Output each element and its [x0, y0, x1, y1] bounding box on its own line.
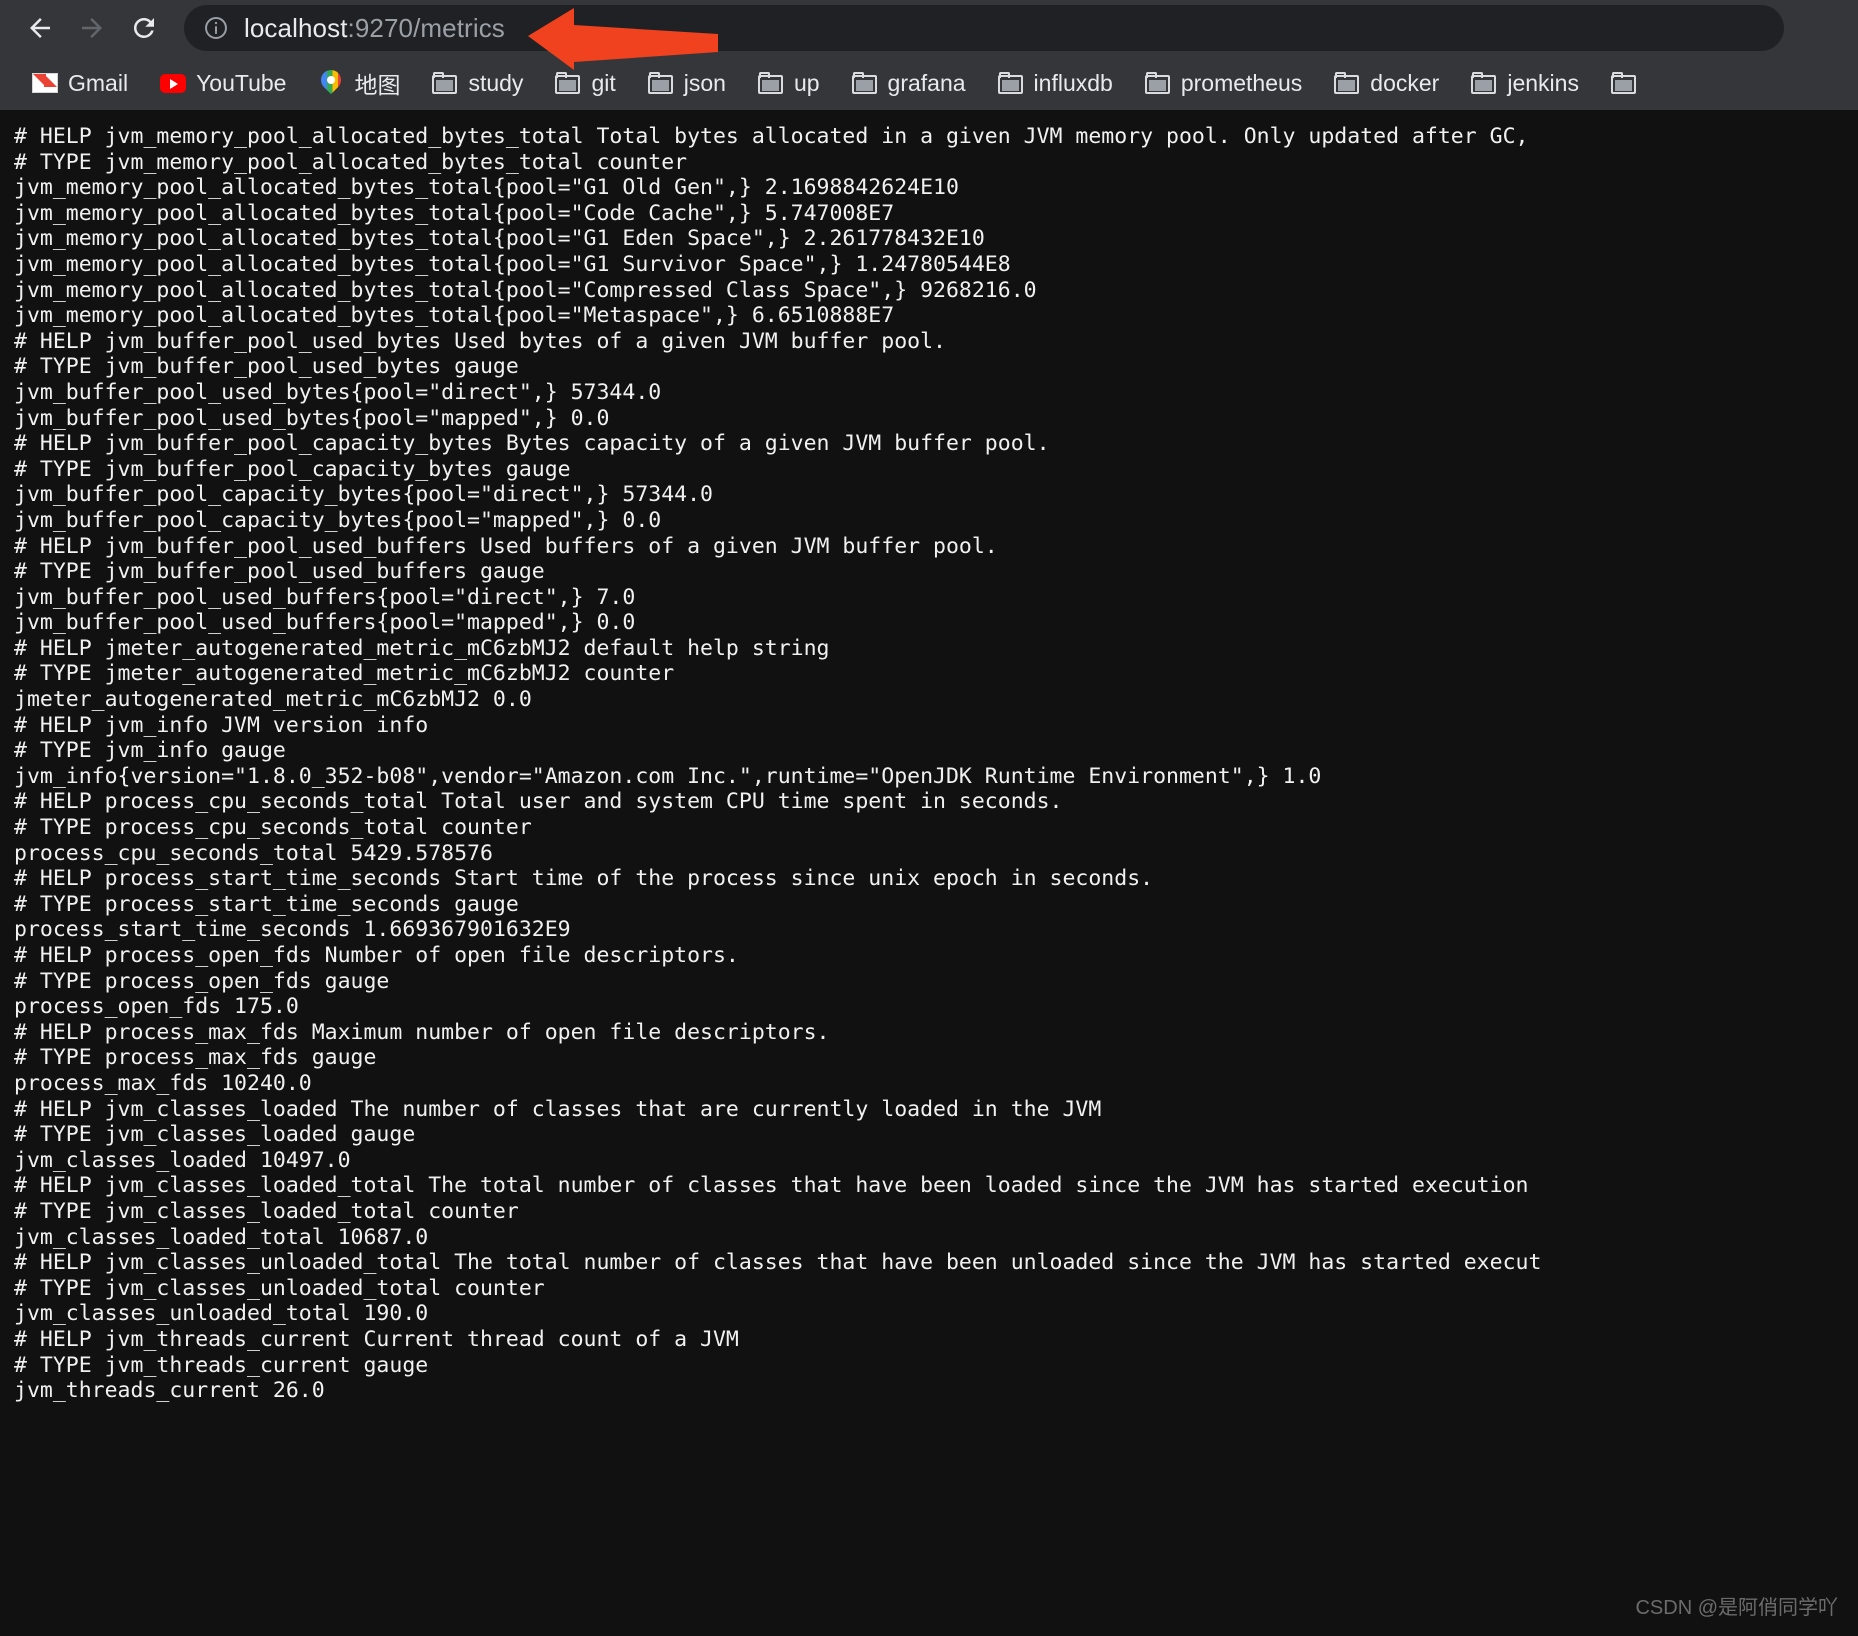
- google-maps-icon: [317, 65, 346, 96]
- prometheus-metrics-text: # HELP jvm_memory_pool_allocated_bytes_t…: [14, 124, 1542, 1404]
- folder-icon: [1144, 70, 1171, 96]
- reload-icon: [133, 17, 154, 38]
- bookmark-youtube[interactable]: YouTube: [150, 62, 296, 104]
- forward-button[interactable]: [66, 2, 118, 54]
- bookmark-label: influxdb: [1033, 69, 1113, 96]
- csdn-watermark: CSDN @是阿俏同学吖: [1635, 1597, 1838, 1619]
- bookmark-overflow[interactable]: [1601, 62, 1657, 104]
- bookmark-up[interactable]: up: [748, 62, 830, 104]
- bookmark-maps[interactable]: 地图: [308, 62, 410, 104]
- reload-button[interactable]: [118, 2, 170, 54]
- bookmark-json[interactable]: json: [638, 62, 736, 104]
- gmail-icon: [32, 70, 58, 96]
- bookmark-label: grafana: [887, 69, 966, 96]
- browser-toolbar: localhost:9270/metrics: [0, 0, 1858, 56]
- bookmark-label: Gmail: [68, 69, 129, 96]
- bookmark-label: jenkins: [1507, 69, 1579, 96]
- url-text: localhost:9270/metrics: [244, 13, 505, 44]
- bookmark-prometheus[interactable]: prometheus: [1135, 62, 1312, 104]
- bookmark-docker[interactable]: docker: [1324, 62, 1449, 104]
- address-bar[interactable]: localhost:9270/metrics: [184, 5, 1784, 51]
- bookmark-git[interactable]: git: [545, 62, 625, 104]
- bookmark-label: study: [468, 69, 524, 96]
- browser-chrome: localhost:9270/metrics Gmail YouTube 地图 …: [0, 0, 1858, 110]
- folder-icon: [1610, 70, 1637, 96]
- bookmark-label: up: [793, 69, 820, 96]
- bookmark-label: git: [591, 69, 616, 96]
- folder-icon: [997, 70, 1024, 96]
- folder-icon: [432, 70, 458, 96]
- bookmark-label: prometheus: [1180, 69, 1303, 96]
- arrow-left-icon: [30, 18, 50, 38]
- folder-icon: [555, 70, 581, 96]
- bookmark-influxdb[interactable]: influxdb: [988, 62, 1123, 104]
- folder-icon: [757, 70, 784, 96]
- url-path: :9270/metrics: [347, 12, 505, 43]
- bookmark-label: 地图: [354, 72, 401, 98]
- back-button[interactable]: [14, 2, 66, 54]
- info-circle-icon[interactable]: [202, 14, 230, 42]
- folder-icon: [1334, 70, 1360, 96]
- bookmark-label: json: [683, 69, 726, 96]
- bookmark-label: YouTube: [196, 69, 287, 96]
- bookmark-study[interactable]: study: [422, 62, 533, 104]
- folder-icon: [647, 70, 674, 96]
- bookmark-label: docker: [1370, 69, 1440, 96]
- bookmarks-bar: Gmail YouTube 地图 study git json up grafa…: [0, 56, 1858, 110]
- youtube-icon: [160, 70, 187, 96]
- arrow-right-icon: [82, 18, 102, 38]
- bookmark-jenkins[interactable]: jenkins: [1461, 62, 1589, 104]
- bookmark-grafana[interactable]: grafana: [842, 62, 976, 104]
- folder-icon: [1471, 70, 1497, 96]
- metrics-page: # HELP jvm_memory_pool_allocated_bytes_t…: [0, 110, 1858, 1636]
- bookmark-gmail[interactable]: Gmail: [22, 62, 138, 104]
- url-host: localhost: [244, 12, 348, 43]
- folder-icon: [851, 70, 878, 96]
